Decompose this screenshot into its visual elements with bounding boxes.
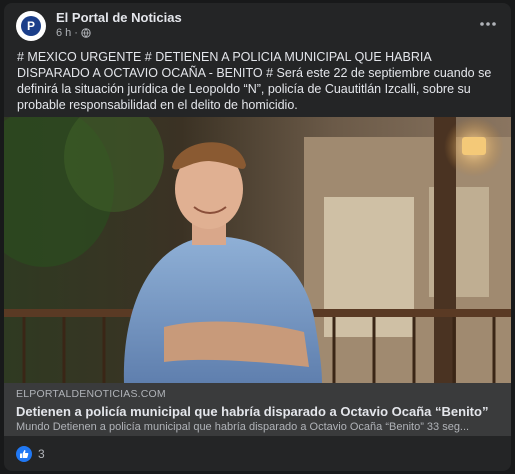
reaction-count[interactable]: 3 <box>38 447 45 461</box>
photo-illustration <box>4 117 511 383</box>
post-image[interactable] <box>4 117 511 383</box>
post-text: # MEXICO URGENTE # DETIENEN A POLICIA MU… <box>17 50 492 112</box>
post-time[interactable]: 6 h <box>56 27 71 39</box>
reactions-summary[interactable]: 3 <box>16 445 45 463</box>
link-preview[interactable]: ELPORTALDENOTICIAS.COM Detienen a policí… <box>4 383 511 436</box>
page-name-link[interactable]: El Portal de Noticias <box>56 10 182 25</box>
more-icon <box>480 22 496 26</box>
link-domain: ELPORTALDENOTICIAS.COM <box>16 388 166 400</box>
link-title[interactable]: Detienen a policía municipal que habría … <box>16 404 488 419</box>
post-card: P El Portal de Noticias 6 h · # MEXICO U… <box>4 3 511 471</box>
link-description: Mundo Detienen a policía municipal que h… <box>16 421 470 433</box>
thumbs-up-glyph <box>20 450 29 458</box>
more-options-button[interactable] <box>475 11 501 37</box>
avatar-logo: P <box>21 16 41 36</box>
meta-separator: · <box>74 27 78 39</box>
post-header: P El Portal de Noticias 6 h · <box>4 3 511 43</box>
globe-icon <box>81 28 91 38</box>
page-avatar[interactable]: P <box>16 11 46 41</box>
like-icon <box>16 446 32 462</box>
post-meta: 6 h · <box>56 27 91 39</box>
